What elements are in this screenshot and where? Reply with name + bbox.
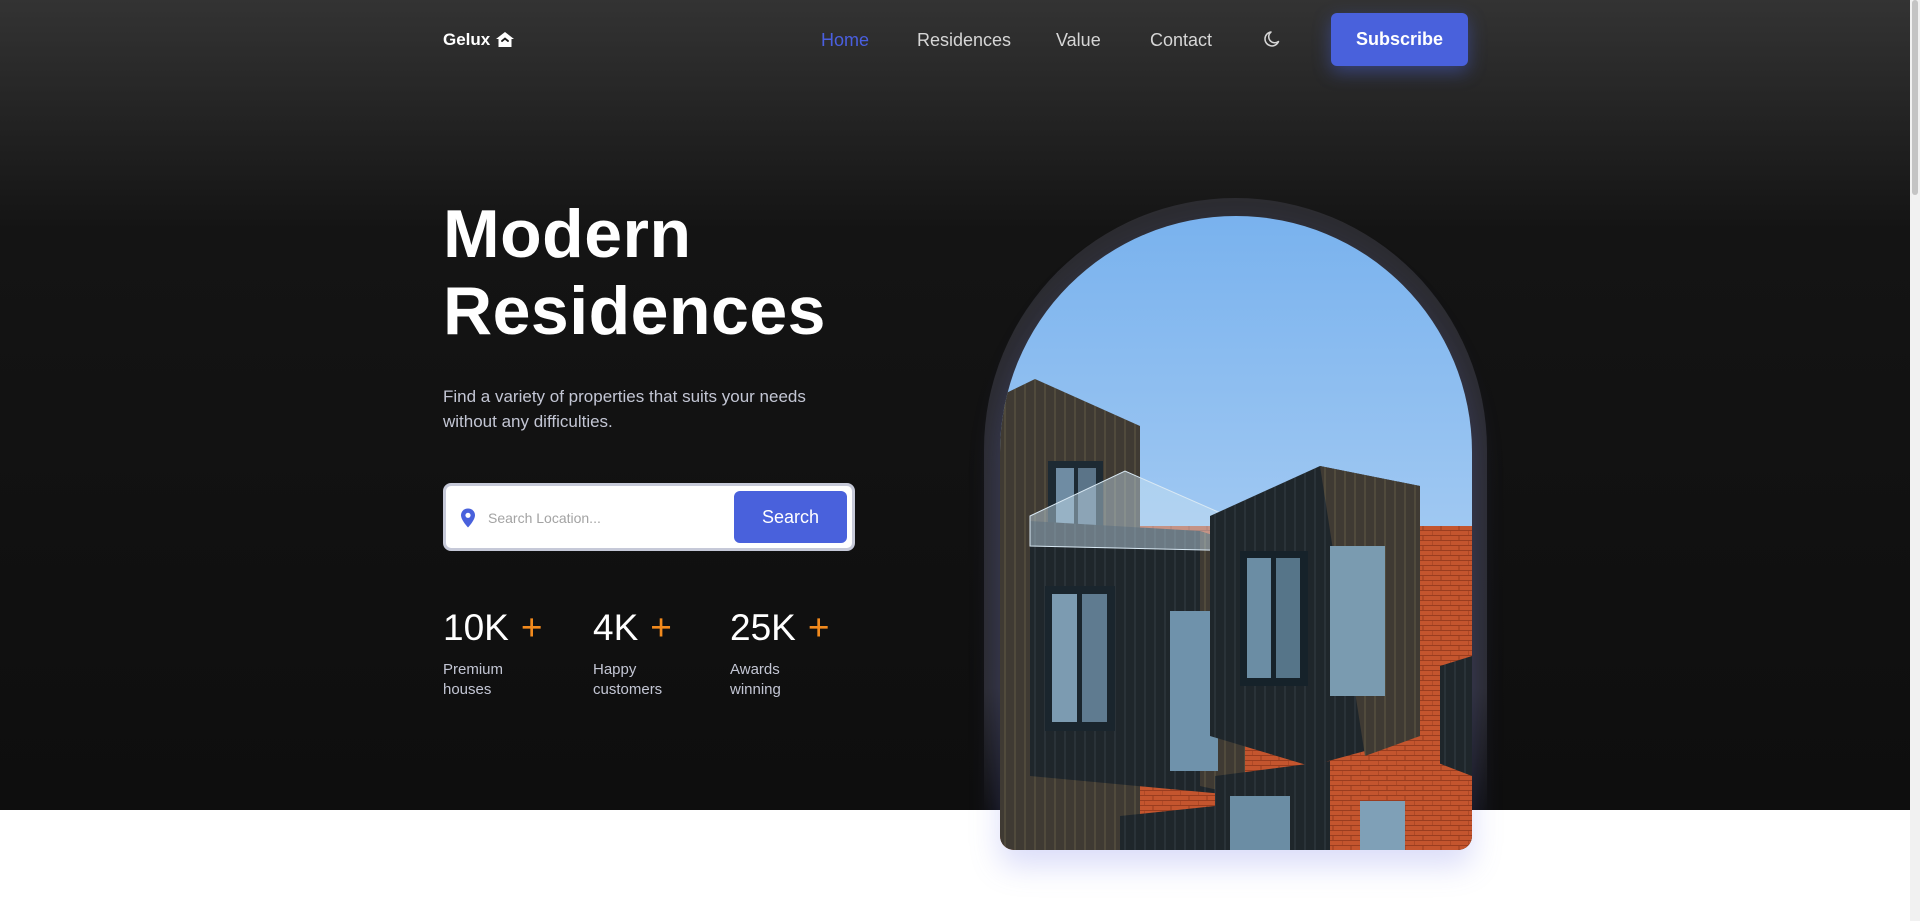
logo[interactable]: Gelux [443,28,515,52]
search-bar: Search [443,483,855,551]
modern-apartment-building-photo [1000,216,1472,850]
nav-value[interactable]: Value [1056,28,1101,52]
nav-contact[interactable]: Contact [1150,28,1212,52]
stat-label: Awards winning [730,660,820,700]
logo-text: Gelux [443,30,491,49]
search-input[interactable] [486,502,730,534]
stat-awards-winning: 25K + Awards winning [730,604,829,700]
stat-label: Happy customers [593,660,683,700]
stat-plus: + [520,607,543,648]
nav-residences[interactable]: Residences [917,28,1011,52]
stat-label-line-1: Premium [443,661,504,678]
hero-section [0,0,1910,810]
stat-value: 25K [730,607,796,648]
search-button[interactable]: Search [734,491,847,543]
stat-label-line-1: Happy [593,661,637,678]
stat-value-line: 25K + [730,604,829,652]
stat-premium-houses: 10K + Premium houses [443,604,542,700]
stat-happy-customers: 4K + Happy customers [593,604,683,700]
location-pin-icon [461,508,475,528]
stat-value-line: 4K + [593,604,683,652]
moon-icon[interactable] [1263,29,1283,49]
stat-label-line-2: winning [730,681,781,698]
subscribe-button[interactable]: Subscribe [1331,13,1468,66]
page-title: Modern Residences [443,196,826,350]
hero-subtitle: Find a variety of properties that suits … [443,384,863,434]
stat-label: Premium houses [443,660,533,700]
nav-home[interactable]: Home [821,28,869,52]
title-line-2: Residences [443,273,826,349]
scrollbar-thumb[interactable] [1912,0,1918,195]
subtitle-line-2: without any difficulties. [443,412,613,431]
subtitle-line-1: Find a variety of properties that suits … [443,387,806,406]
home-icon [496,32,515,47]
stat-plus: + [807,607,830,648]
scrollbar[interactable] [1910,0,1920,921]
stat-value-line: 10K + [443,604,542,652]
title-line-1: Modern [443,196,692,272]
stat-label-line-1: Awards [730,661,780,678]
stat-label-line-2: customers [593,681,663,698]
stat-value: 10K [443,607,509,648]
stat-value: 4K [593,607,639,648]
stat-label-line-2: houses [443,681,492,698]
stat-plus: + [650,607,672,648]
